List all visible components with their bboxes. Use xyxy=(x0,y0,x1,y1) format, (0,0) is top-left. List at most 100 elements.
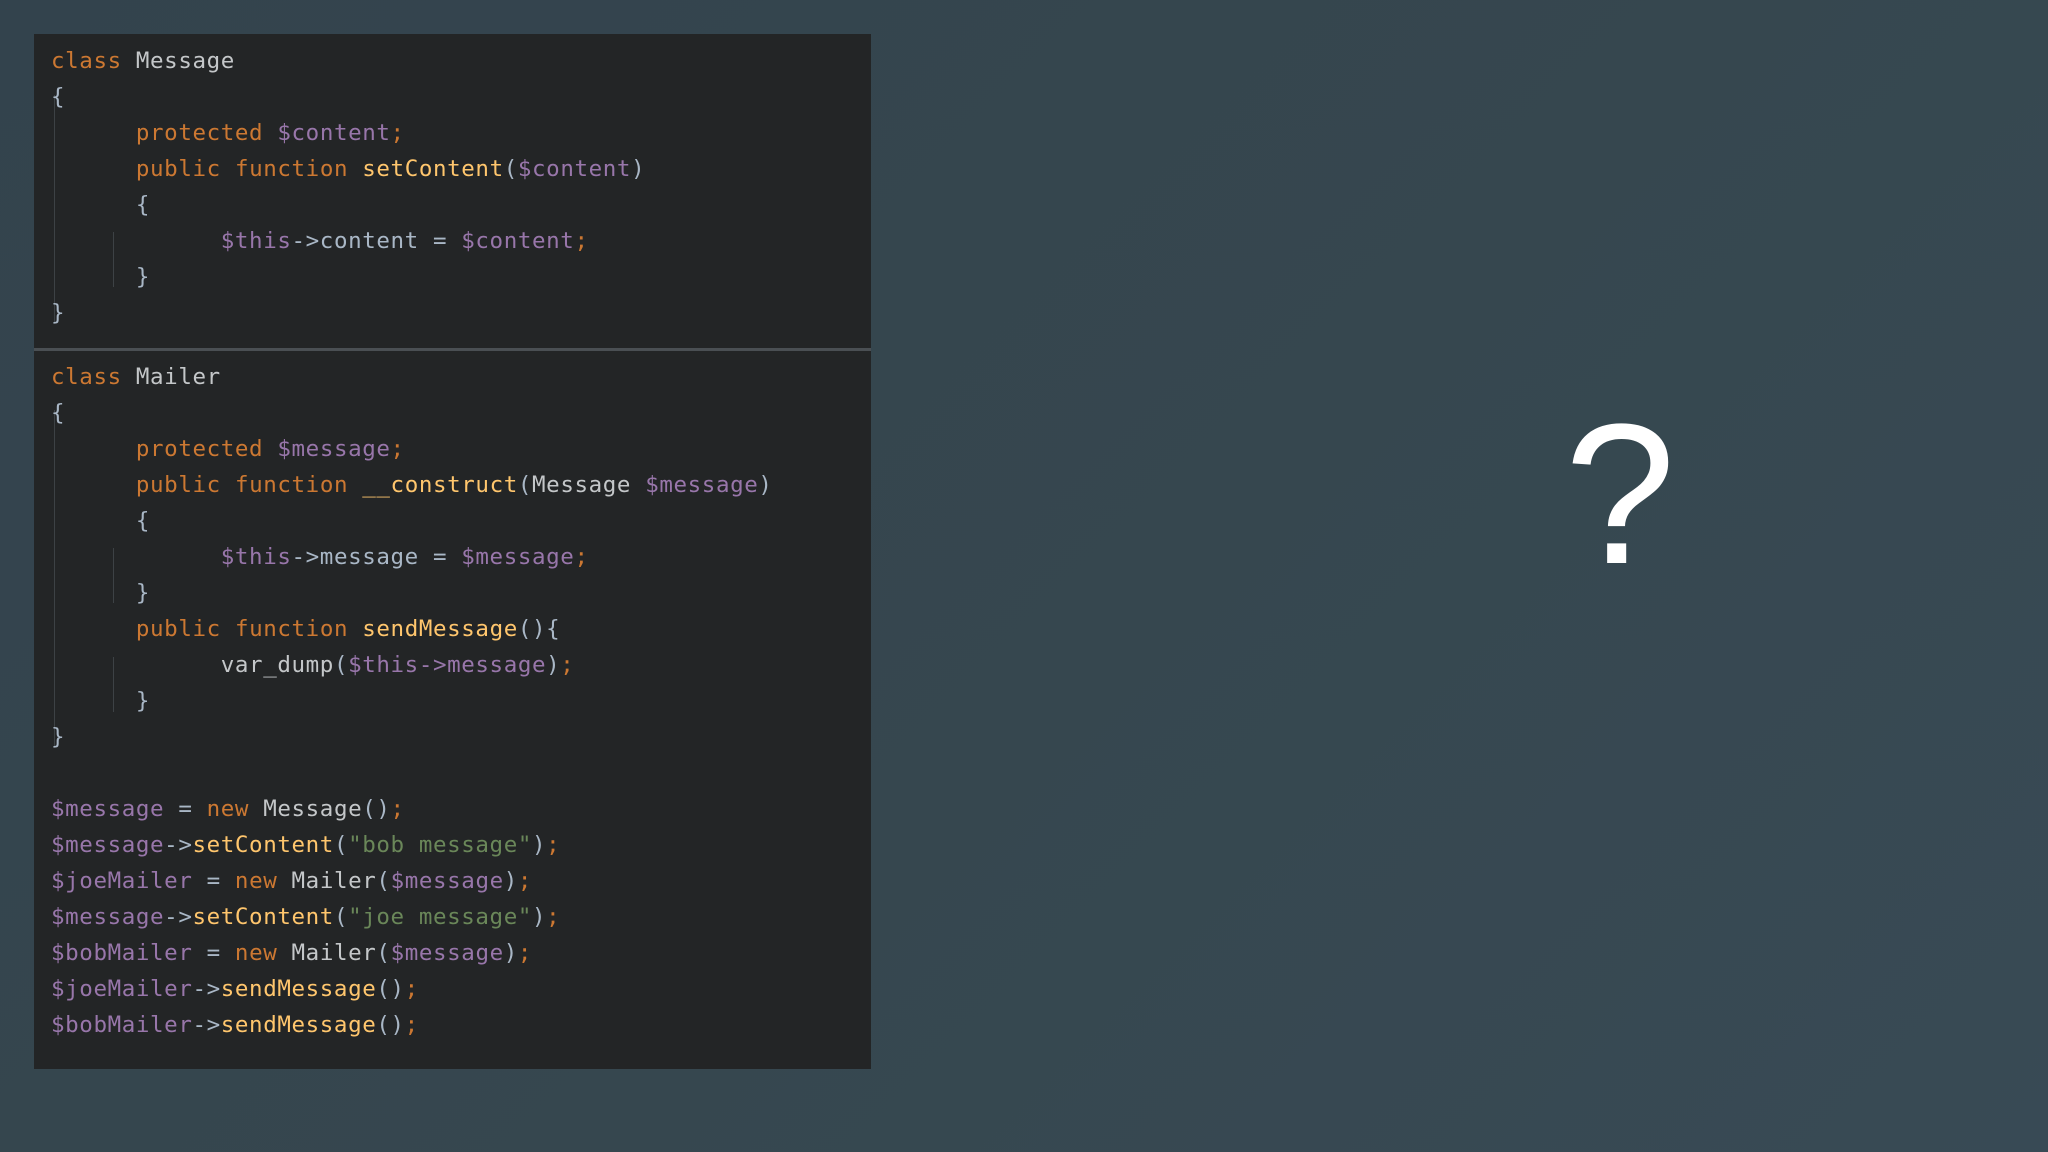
code-text: = xyxy=(192,868,235,894)
code-string: "joe message" xyxy=(348,904,532,930)
slide: class Message { protected $content; publ… xyxy=(0,0,2048,1152)
code-keyword: protected xyxy=(135,120,264,146)
code-text: -> xyxy=(164,832,193,858)
code-line: class Mailer xyxy=(51,359,221,395)
code-variable: $message xyxy=(51,904,165,930)
code-line: public function __construct(Message $mes… xyxy=(51,467,773,503)
code-paren: (){ xyxy=(517,616,561,642)
code-panel-message: class Message { protected $content; publ… xyxy=(34,34,871,348)
code-variable: $message xyxy=(51,796,165,822)
code-keyword: protected xyxy=(135,436,264,462)
class-name: Mailer xyxy=(277,868,377,894)
code-line: { xyxy=(51,79,65,115)
code-line: } xyxy=(51,295,65,331)
class-name: Message xyxy=(135,48,235,74)
code-brace: } xyxy=(135,688,151,714)
code-paren: ( xyxy=(376,940,391,966)
code-keyword: new xyxy=(206,796,250,822)
code-semicolon: ; xyxy=(517,940,533,966)
function-name: sendMessage xyxy=(362,616,518,642)
class-name: Message xyxy=(249,796,363,822)
code-semicolon: ; xyxy=(404,1012,419,1038)
code-paren: ) xyxy=(546,652,561,678)
code-variable: $content xyxy=(277,120,391,146)
code-paren: ) xyxy=(532,832,547,858)
code-variable: $this xyxy=(220,228,292,254)
function-name: setContent xyxy=(192,904,334,930)
class-name: Mailer xyxy=(135,364,221,390)
code-variable: $content xyxy=(461,228,575,254)
code-paren: () xyxy=(362,796,391,822)
code-line: } xyxy=(51,683,150,719)
code-line: class Message xyxy=(51,43,235,79)
code-text: ->message = xyxy=(291,544,462,570)
code-variable: $joeMailer xyxy=(51,976,193,1002)
code-text: = xyxy=(164,796,207,822)
code-semicolon: ; xyxy=(560,652,575,678)
code-variable: $message xyxy=(51,832,165,858)
code-line: var_dump($this->message); xyxy=(51,647,574,683)
code-paren: ) xyxy=(758,472,773,498)
code-keyword: public xyxy=(135,616,221,642)
function-call: var_dump xyxy=(220,652,334,678)
code-line: { xyxy=(51,395,65,431)
code-panel-mailer: class Mailer { protected $message; publi… xyxy=(34,351,871,1069)
code-line: $this->message = $message; xyxy=(51,539,589,575)
code-variable: $message xyxy=(645,472,759,498)
code-paren: ( xyxy=(503,156,518,182)
code-variable: $bobMailer xyxy=(51,1012,193,1038)
code-brace: } xyxy=(51,724,66,750)
code-line: public function sendMessage(){ xyxy=(51,611,560,647)
code-line: $bobMailer = new Mailer($message); xyxy=(51,935,532,971)
code-semicolon: ; xyxy=(517,868,533,894)
code-line: $message->setContent("bob message"); xyxy=(51,827,560,863)
code-variable: $message xyxy=(390,868,504,894)
code-brace: { xyxy=(135,508,151,534)
code-string: "bob message" xyxy=(348,832,532,858)
code-semicolon: ; xyxy=(390,436,405,462)
code-paren: ( xyxy=(333,904,349,930)
code-semicolon: ; xyxy=(390,796,405,822)
code-paren: ( xyxy=(333,832,349,858)
code-paren: () xyxy=(376,976,405,1002)
code-variable: $message xyxy=(461,544,575,570)
function-name: setContent xyxy=(192,832,334,858)
code-paren: ( xyxy=(376,868,391,894)
code-keyword: function xyxy=(234,472,349,498)
code-line: public function setContent($content) xyxy=(51,151,645,187)
code-brace: } xyxy=(135,580,151,606)
code-paren: ) xyxy=(503,940,518,966)
code-variable: $this->message xyxy=(348,652,547,678)
code-line: $message = new Message(); xyxy=(51,791,405,827)
code-line: } xyxy=(51,259,150,295)
code-keyword: public xyxy=(135,156,221,182)
code-brace: } xyxy=(51,300,66,326)
code-semicolon: ; xyxy=(574,228,589,254)
code-variable: $bobMailer xyxy=(51,940,193,966)
code-keyword: new xyxy=(234,940,278,966)
code-line: } xyxy=(51,575,150,611)
code-keyword: class xyxy=(51,364,122,390)
code-variable: $message xyxy=(390,940,504,966)
code-line: protected $content; xyxy=(51,115,405,151)
code-text: ->content = xyxy=(291,228,462,254)
code-brace: { xyxy=(135,192,151,218)
code-line: $joeMailer->sendMessage(); xyxy=(51,971,419,1007)
code-variable: $this xyxy=(220,544,292,570)
code-line: { xyxy=(51,503,150,539)
code-paren: () xyxy=(376,1012,405,1038)
code-paren: ( xyxy=(517,472,533,498)
code-variable: $message xyxy=(277,436,391,462)
code-variable: $joeMailer xyxy=(51,868,193,894)
code-semicolon: ; xyxy=(546,904,561,930)
question-mark: ? xyxy=(1564,383,1676,606)
code-semicolon: ; xyxy=(404,976,419,1002)
code-line: } xyxy=(51,719,65,755)
class-name: Mailer xyxy=(277,940,377,966)
code-line: $message->setContent("joe message"); xyxy=(51,899,560,935)
function-name: sendMessage xyxy=(220,1012,377,1038)
code-line: protected $message; xyxy=(51,431,405,467)
function-name: setContent xyxy=(362,156,504,182)
code-paren: ) xyxy=(631,156,646,182)
code-semicolon: ; xyxy=(546,832,561,858)
